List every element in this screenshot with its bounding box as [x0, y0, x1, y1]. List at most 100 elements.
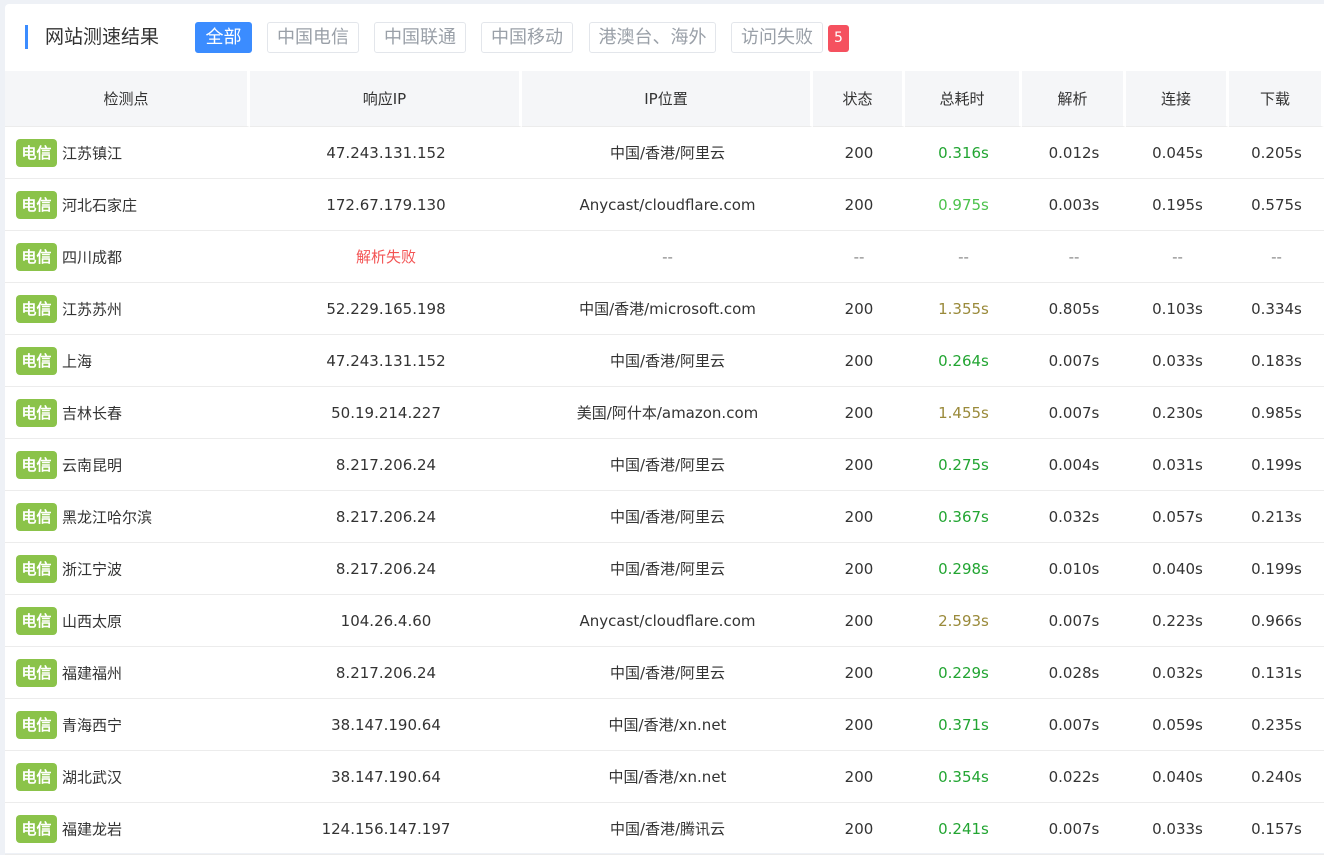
- response-ip-cell: 解析失败: [250, 231, 522, 283]
- download-time-cell: 0.199s: [1229, 439, 1324, 491]
- status-cell: 200: [813, 387, 905, 439]
- isp-badge: 电信: [16, 710, 57, 739]
- status-cell: 200: [813, 543, 905, 595]
- checkpoint-city: 青海西宁: [62, 716, 123, 734]
- total-time-cell: --: [905, 231, 1022, 283]
- column-header-total-time[interactable]: 总耗时: [905, 71, 1022, 127]
- connect-time-cell: 0.033s: [1126, 803, 1229, 855]
- tab-all[interactable]: 全部: [195, 22, 252, 53]
- download-time-cell: 0.183s: [1229, 335, 1324, 387]
- total-time-cell: 0.241s: [905, 803, 1022, 855]
- download-time-cell: 0.205s: [1229, 127, 1324, 179]
- column-header-ip-location[interactable]: IP位置: [522, 71, 813, 127]
- table-row[interactable]: 电信 福建福州 8.217.206.24 中国/香港/阿里云 200 0.229s 0.02…: [5, 647, 1324, 699]
- table-header-row: 检测点 响应IP IP位置 状态 总耗时 解析 连接 下载: [5, 71, 1324, 127]
- checkpoint-city: 云南昆明: [62, 456, 123, 474]
- checkpoint-city: 江苏苏州: [62, 300, 123, 318]
- connect-time-cell: --: [1126, 231, 1229, 283]
- column-header-response-ip[interactable]: 响应IP: [250, 71, 522, 127]
- column-header-dns[interactable]: 解析: [1022, 71, 1126, 127]
- table-row[interactable]: 电信 山西太原 104.26.4.60 Anycast/cloudflare.com 2…: [5, 595, 1324, 647]
- total-time-cell: 1.455s: [905, 387, 1022, 439]
- ip-location-cell: 中国/香港/阿里云: [522, 647, 813, 699]
- ip-location-cell: --: [522, 231, 813, 283]
- download-time-cell: 0.966s: [1229, 595, 1324, 647]
- isp-badge: 电信: [16, 294, 57, 323]
- ip-location-cell: 中国/香港/阿里云: [522, 543, 813, 595]
- table-row[interactable]: 电信 吉林长春 50.19.214.227 美国/阿什本/amazon.com 200 1…: [5, 387, 1324, 439]
- dns-time-cell: 0.028s: [1022, 647, 1126, 699]
- table-row[interactable]: 电信 浙江宁波 8.217.206.24 中国/香港/阿里云 200 0.298s 0.01…: [5, 543, 1324, 595]
- response-ip-cell: 47.243.131.152: [250, 335, 522, 387]
- download-time-cell: 0.131s: [1229, 647, 1324, 699]
- connect-time-cell: 0.040s: [1126, 751, 1229, 803]
- isp-badge: 电信: [16, 554, 57, 583]
- connect-time-cell: 0.031s: [1126, 439, 1229, 491]
- response-ip-cell: 38.147.190.64: [250, 751, 522, 803]
- checkpoint-city: 湖北武汉: [62, 768, 123, 786]
- panel-header: 网站测速结果 全部 中国电信 中国联通 中国移动 港澳台、海外 访问失败 5: [5, 4, 1324, 71]
- response-ip-cell: 50.19.214.227: [250, 387, 522, 439]
- total-time-cell: 0.275s: [905, 439, 1022, 491]
- tab-unicom[interactable]: 中国联通: [374, 22, 466, 53]
- checkpoint-cell: 电信 江苏苏州: [5, 283, 250, 335]
- tab-mobile[interactable]: 中国移动: [481, 22, 573, 53]
- table-row[interactable]: 电信 黑龙江哈尔滨 8.217.206.24 中国/香港/阿里云 200 0.367s 0.…: [5, 491, 1324, 543]
- response-ip-cell: 8.217.206.24: [250, 647, 522, 699]
- tab-telecom[interactable]: 中国电信: [267, 22, 359, 53]
- download-time-cell: 0.240s: [1229, 751, 1324, 803]
- table-row[interactable]: 电信 江苏苏州 52.229.165.198 中国/香港/microsoft.com 2…: [5, 283, 1324, 335]
- table-row[interactable]: 电信 湖北武汉 38.147.190.64 中国/香港/xn.net 200 0.354s…: [5, 751, 1324, 803]
- response-ip-cell: 172.67.179.130: [250, 179, 522, 231]
- ip-location-cell: 美国/阿什本/amazon.com: [522, 387, 813, 439]
- isp-badge: 电信: [16, 242, 57, 271]
- connect-time-cell: 0.032s: [1126, 647, 1229, 699]
- checkpoint-cell: 电信 河北石家庄: [5, 179, 250, 231]
- ip-location-cell: 中国/香港/腾讯云: [522, 803, 813, 855]
- table-row[interactable]: 电信 四川成都 解析失败 -- -- -- -- -- --: [5, 231, 1324, 283]
- status-cell: 200: [813, 491, 905, 543]
- total-time-cell: 0.298s: [905, 543, 1022, 595]
- checkpoint-cell: 电信 福建福州: [5, 647, 250, 699]
- isp-badge: 电信: [16, 138, 57, 167]
- response-ip-cell: 52.229.165.198: [250, 283, 522, 335]
- table-row[interactable]: 电信 福建龙岩 124.156.147.197 中国/香港/腾讯云 200 0.241s 0…: [5, 803, 1324, 855]
- checkpoint-city: 山西太原: [62, 612, 123, 630]
- ip-location-cell: 中国/香港/xn.net: [522, 699, 813, 751]
- table-row[interactable]: 电信 云南昆明 8.217.206.24 中国/香港/阿里云 200 0.275s 0.00…: [5, 439, 1324, 491]
- response-ip-cell: 38.147.190.64: [250, 699, 522, 751]
- dns-time-cell: 0.007s: [1022, 387, 1126, 439]
- download-time-cell: 0.334s: [1229, 283, 1324, 335]
- title-accent-bar: [25, 25, 28, 49]
- checkpoint-cell: 电信 江苏镇江: [5, 127, 250, 179]
- dns-time-cell: 0.007s: [1022, 595, 1126, 647]
- table-row[interactable]: 电信 青海西宁 38.147.190.64 中国/香港/xn.net 200 0.371s…: [5, 699, 1324, 751]
- status-cell: 200: [813, 751, 905, 803]
- column-header-status[interactable]: 状态: [813, 71, 905, 127]
- table-row[interactable]: 电信 江苏镇江 47.243.131.152 中国/香港/阿里云 200 0.316s 0.…: [5, 127, 1324, 179]
- isp-badge: 电信: [16, 502, 57, 531]
- checkpoint-cell: 电信 吉林长春: [5, 387, 250, 439]
- results-panel: 网站测速结果 全部 中国电信 中国联通 中国移动 港澳台、海外 访问失败 5 检…: [5, 4, 1324, 855]
- connect-time-cell: 0.045s: [1126, 127, 1229, 179]
- status-cell: 200: [813, 647, 905, 699]
- checkpoint-cell: 电信 浙江宁波: [5, 543, 250, 595]
- column-header-download[interactable]: 下载: [1229, 71, 1324, 127]
- status-cell: 200: [813, 179, 905, 231]
- dns-time-cell: 0.012s: [1022, 127, 1126, 179]
- table-row[interactable]: 电信 河北石家庄 172.67.179.130 Anycast/cloudflare.…: [5, 179, 1324, 231]
- checkpoint-city: 吉林长春: [62, 404, 123, 422]
- column-header-checkpoint[interactable]: 检测点: [5, 71, 250, 127]
- isp-badge: 电信: [16, 398, 57, 427]
- column-header-connect[interactable]: 连接: [1126, 71, 1229, 127]
- checkpoint-cell: 电信 云南昆明: [5, 439, 250, 491]
- status-cell: --: [813, 231, 905, 283]
- isp-badge: 电信: [16, 450, 57, 479]
- connect-time-cell: 0.230s: [1126, 387, 1229, 439]
- dns-time-cell: 0.007s: [1022, 335, 1126, 387]
- response-ip-cell: 8.217.206.24: [250, 439, 522, 491]
- tab-overseas[interactable]: 港澳台、海外: [589, 22, 716, 53]
- tab-failed[interactable]: 访问失败: [731, 22, 823, 53]
- total-time-cell: 0.264s: [905, 335, 1022, 387]
- table-row[interactable]: 电信 上海 47.243.131.152 中国/香港/阿里云 200 0.264s 0.00…: [5, 335, 1324, 387]
